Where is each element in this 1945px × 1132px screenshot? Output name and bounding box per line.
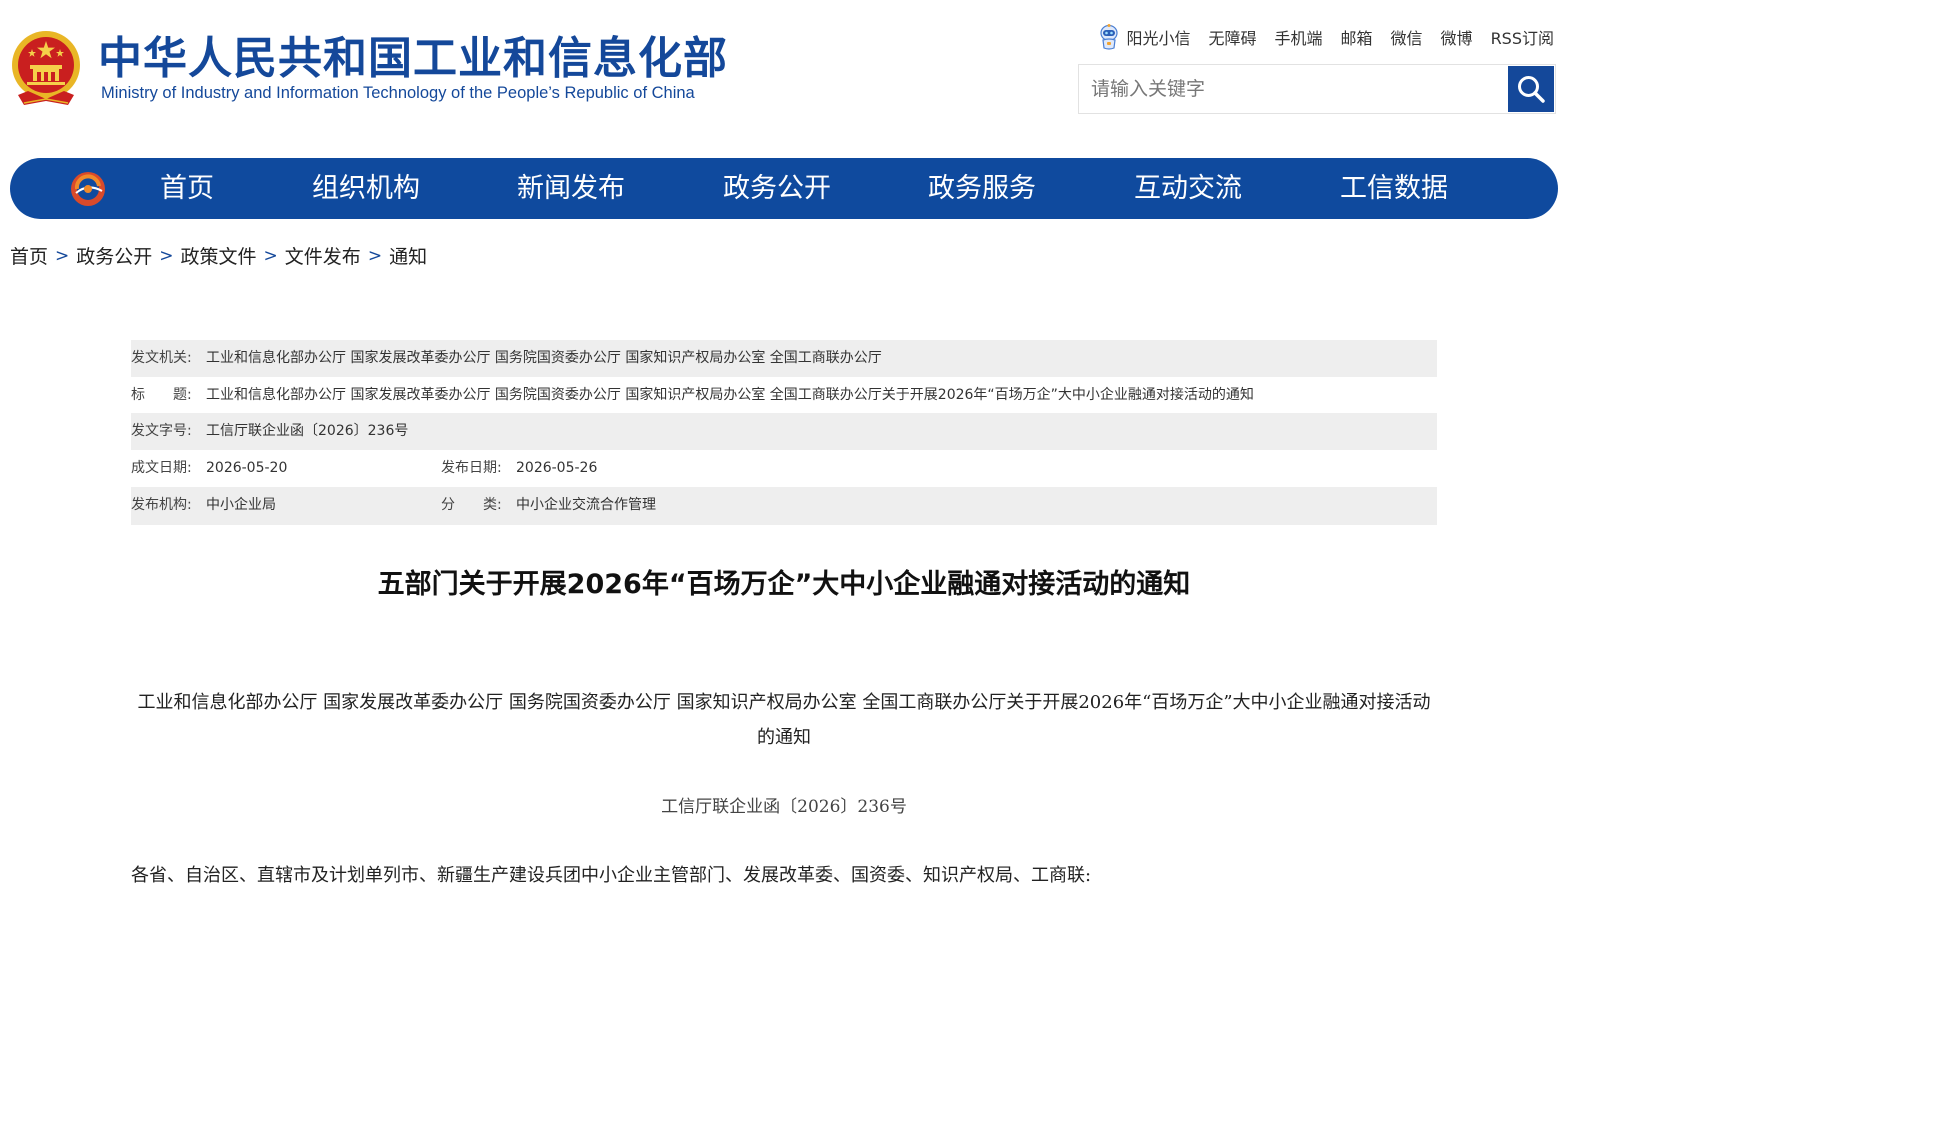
accessibility-link[interactable]: 无障碍	[1208, 25, 1256, 49]
article-addressee: 各省、自治区、直辖市及计划单列市、新疆生产建设兵团中小企业主管部门、发展改革委、…	[131, 865, 1092, 886]
nav-item-news[interactable]: 新闻发布	[517, 158, 625, 219]
mailbox-link[interactable]: 邮箱	[1341, 25, 1373, 49]
breadcrumb-separator: >	[159, 245, 174, 266]
meta-row-organization: 发布机构: 中小企业局 分 类: 中小企业交流合作管理	[131, 486, 1437, 525]
search-input[interactable]	[1079, 65, 1507, 113]
article-document-number: 工信厅联企业函〔2026〕236号	[661, 797, 907, 817]
weibo-link[interactable]: 微博	[1441, 25, 1473, 49]
breadcrumb-home[interactable]: 首页	[10, 242, 48, 269]
title-value: 工业和信息化部办公厅 国家发展改革委办公厅 国务院国资委办公厅 国家知识产权局办…	[206, 386, 1254, 403]
category-value: 中小企业交流合作管理	[516, 496, 656, 513]
published-date-label: 发布日期:	[441, 460, 502, 477]
meta-row-title: 标 题: 工业和信息化部办公厅 国家发展改革委办公厅 国务院国资委办公厅 国家知…	[131, 377, 1437, 414]
article-subtitle: 工业和信息化部办公厅 国家发展改革委办公厅 国务院国资委办公厅 国家知识产权局办…	[137, 692, 1431, 748]
nav-item-organization[interactable]: 组织机构	[312, 158, 420, 219]
nav-item-home[interactable]: 首页	[160, 158, 214, 219]
search-button[interactable]	[1508, 66, 1554, 112]
site-header: 中华人民共和国工业和信息化部 Ministry of Industry and …	[0, 0, 1568, 150]
document-number-value: 工信厅联企业函〔2026〕236号	[206, 423, 409, 440]
meta-row-document-number: 发文字号: 工信厅联企业函〔2026〕236号	[131, 413, 1437, 451]
issuer-label: 发文机关:	[131, 350, 192, 366]
breadcrumb-separator: >	[263, 245, 278, 266]
nav-item-data[interactable]: 工信数据	[1340, 158, 1448, 219]
search-box	[1078, 64, 1556, 114]
ministry-logo-icon[interactable]	[68, 169, 108, 209]
organization-label: 发布机构:	[131, 496, 192, 513]
main-navigation: 首页 组织机构 新闻发布 政务公开 政务服务 互动交流 工信数据	[10, 158, 1558, 219]
robot-mascot-icon	[1100, 24, 1119, 50]
breadcrumb-government-affairs[interactable]: 政务公开	[76, 242, 152, 269]
sunshine-xiaoxin-link[interactable]: 阳光小信	[1098, 24, 1190, 50]
title-label: 标 题:	[131, 386, 192, 403]
meta-row-issuer: 发文机关: 工业和信息化部办公厅 国家发展改革委办公厅 国务院国资委办公厅 国家…	[131, 340, 1437, 377]
document-metadata-table: 发文机关: 工业和信息化部办公厅 国家发展改革委办公厅 国务院国资委办公厅 国家…	[131, 340, 1437, 525]
breadcrumb-separator: >	[367, 245, 383, 266]
mobile-link[interactable]: 手机端	[1275, 25, 1323, 49]
document-number-label: 发文字号:	[131, 423, 192, 440]
national-emblem-icon[interactable]	[10, 29, 82, 109]
written-date-label: 成文日期:	[131, 460, 192, 477]
nav-item-interaction[interactable]: 互动交流	[1134, 158, 1242, 219]
written-date-value: 2026-05-20	[206, 460, 288, 477]
article-title: 五部门关于开展2026年“百场万企”大中小企业融通对接活动的通知	[377, 569, 1191, 600]
rss-link[interactable]: RSS订阅	[1491, 25, 1554, 49]
published-date-value: 2026-05-26	[516, 460, 598, 477]
meta-row-dates: 成文日期: 2026-05-20 发布日期: 2026-05-26	[131, 450, 1437, 487]
breadcrumb: 首页 > 政务公开 > 政策文件 > 文件发布 > 通知	[10, 242, 427, 269]
search-icon	[1518, 76, 1545, 103]
top-links-bar: 阳光小信 无障碍 手机端 邮箱 微信 微博 RSS订阅	[1098, 24, 1554, 50]
issuer-value: 工业和信息化部办公厅 国家发展改革委办公厅 国务院国资委办公厅 国家知识产权局办…	[206, 350, 882, 366]
breadcrumb-separator: >	[55, 245, 70, 266]
wechat-link[interactable]: 微信	[1391, 25, 1423, 49]
site-title-english[interactable]: Ministry of Industry and Information Tec…	[101, 84, 695, 103]
breadcrumb-notices[interactable]: 通知	[389, 242, 427, 269]
site-title-chinese[interactable]: 中华人民共和国工业和信息化部	[98, 31, 728, 87]
breadcrumb-document-release[interactable]: 文件发布	[285, 242, 361, 269]
category-label: 分 类:	[441, 496, 502, 513]
nav-item-government-services[interactable]: 政务服务	[928, 158, 1036, 219]
nav-item-government-affairs[interactable]: 政务公开	[723, 158, 831, 219]
sunshine-xiaoxin-label: 阳光小信	[1126, 29, 1191, 48]
breadcrumb-policy-documents[interactable]: 政策文件	[181, 242, 257, 269]
organization-value: 中小企业局	[206, 496, 276, 513]
